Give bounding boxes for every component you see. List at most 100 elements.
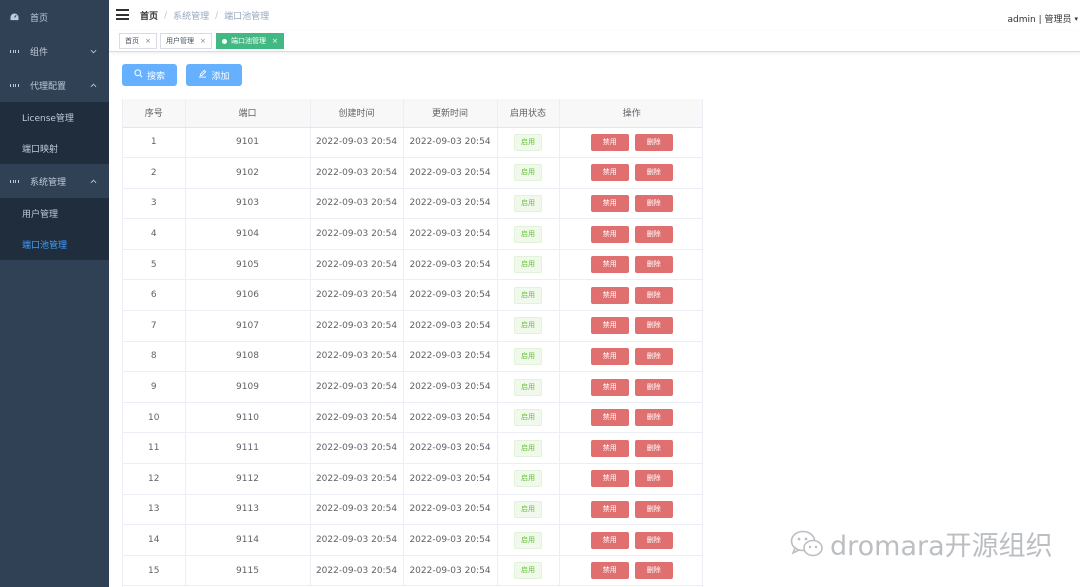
cell-index: 1 [123,127,186,159]
user-dropdown[interactable]: admin | 管理员 ▾ [1007,12,1078,26]
add-button[interactable]: 添加 [186,64,242,86]
navbar: 首页 / 系统管理 / 端口池管理 admin | 管理员 ▾ [109,0,1080,31]
cell-updated: 2022-09-03 20:54 [403,432,498,465]
disable-button[interactable]: 禁用 [590,225,629,243]
status-badge[interactable]: 启用 [514,378,542,396]
status-badge[interactable]: 启用 [514,409,542,427]
disable-button[interactable]: 禁用 [590,378,629,396]
cell-updated: 2022-09-03 20:54 [403,218,498,250]
tag-port-pool[interactable]: 端口池管理 × [216,33,284,49]
status-badge[interactable]: 启用 [514,225,542,243]
cell-updated: 2022-09-03 20:54 [403,279,498,312]
tag-users[interactable]: 用户管理 × [160,33,212,49]
delete-button[interactable]: 删除 [634,194,673,212]
sidebar-item-proxy-config[interactable]: 代理配置 [0,68,109,102]
sidebar-item-components[interactable]: 组件 [0,34,109,68]
cell-actions: 禁用 删除 [559,494,702,526]
chevron-down-icon [90,47,97,57]
cell-updated: 2022-09-03 20:54 [403,494,498,526]
delete-button[interactable]: 删除 [634,500,673,518]
disable-button[interactable]: 禁用 [590,317,629,335]
disable-button[interactable]: 禁用 [590,439,629,457]
status-badge[interactable]: 启用 [514,133,542,151]
grid-icon [10,81,19,90]
status-badge[interactable]: 启用 [514,317,542,335]
cell-port: 9102 [185,157,311,189]
delete-button[interactable]: 删除 [634,164,673,182]
disable-button[interactable]: 禁用 [590,409,629,427]
disable-button[interactable]: 禁用 [590,531,629,549]
cell-status: 启用 [497,524,560,556]
status-badge[interactable]: 启用 [514,164,542,182]
disable-button[interactable]: 禁用 [590,562,629,580]
search-icon [134,69,143,81]
table-row: 15 9115 2022-09-03 20:54 2022-09-03 20:54 启用… [123,555,702,587]
disable-button[interactable]: 禁用 [590,470,629,488]
watermark-text: dromara开源组织 [830,531,1053,562]
sidebar-item-users[interactable]: 用户管理 [0,198,109,229]
delete-button[interactable]: 删除 [634,317,673,335]
cell-port: 9108 [185,341,311,373]
delete-button[interactable]: 删除 [634,286,673,304]
delete-button[interactable]: 删除 [634,409,673,427]
sidebar-item-port-mapping[interactable]: 端口映射 [0,133,109,164]
disable-button[interactable]: 禁用 [590,133,629,151]
status-badge[interactable]: 启用 [514,531,542,549]
disable-button[interactable]: 禁用 [590,194,629,212]
status-badge[interactable]: 启用 [514,562,542,580]
cell-created: 2022-09-03 20:54 [310,524,404,556]
delete-button[interactable]: 删除 [634,470,673,488]
cell-updated: 2022-09-03 20:54 [403,555,498,587]
breadcrumb-system: 系统管理 [173,12,210,22]
status-badge[interactable]: 启用 [514,194,542,212]
status-badge[interactable]: 启用 [514,439,542,457]
close-icon[interactable]: × [200,37,206,45]
hamburger-menu-icon[interactable] [116,9,129,20]
sidebar-item-license[interactable]: License管理 [0,102,109,133]
table-row: 5 9105 2022-09-03 20:54 2022-09-03 20:54 启用禁… [123,249,702,281]
disable-button[interactable]: 禁用 [590,164,629,182]
cell-status: 启用 [497,371,560,403]
cell-status: 启用 [497,188,560,220]
disable-button[interactable]: 禁用 [590,256,629,274]
tag-home[interactable]: 首页 × [119,33,157,49]
column-header-status: 启用状态 [497,99,560,128]
table-row: 10 9110 2022-09-03 20:54 2022-09-03 20:54 启用… [123,402,702,434]
cell-updated: 2022-09-03 20:54 [403,310,498,342]
status-badge[interactable]: 启用 [514,470,542,488]
delete-button[interactable]: 删除 [634,378,673,396]
cell-updated: 2022-09-03 20:54 [403,249,498,281]
disable-button[interactable]: 禁用 [590,286,629,304]
sub-menu-proxy-config: License管理 端口映射 [0,102,109,164]
cell-status: 启用 [497,494,560,526]
delete-button[interactable]: 删除 [634,439,673,457]
search-button[interactable]: 搜索 [122,64,177,86]
sidebar-item-port-pool[interactable]: 端口池管理 [0,229,109,260]
cell-status: 启用 [497,402,560,434]
delete-button[interactable]: 删除 [634,347,673,365]
delete-button[interactable]: 删除 [634,133,673,151]
delete-button[interactable]: 删除 [634,531,673,549]
user-name: admin | 管理员 [1007,15,1072,25]
delete-button[interactable]: 删除 [634,225,673,243]
disable-button[interactable]: 禁用 [590,347,629,365]
close-icon[interactable]: × [145,37,151,45]
table-row: 11 9111 2022-09-03 20:54 2022-09-03 20:54 启用… [123,432,702,465]
column-header-index: 序号 [123,99,186,128]
status-badge[interactable]: 启用 [514,286,542,304]
table-row: 13 9113 2022-09-03 20:54 2022-09-03 20:54 启用… [123,494,702,526]
cell-status: 启用 [497,555,560,587]
status-badge[interactable]: 启用 [514,256,542,274]
close-icon[interactable]: × [272,37,278,45]
status-badge[interactable]: 启用 [514,347,542,365]
disable-button[interactable]: 禁用 [590,500,629,518]
delete-button[interactable]: 删除 [634,562,673,580]
edit-icon [198,69,207,81]
status-badge[interactable]: 启用 [514,500,542,518]
sidebar-item-home[interactable]: 首页 [0,0,109,34]
cell-actions: 禁用 删除 [559,218,702,250]
cell-index: 6 [123,279,186,312]
sidebar-item-system[interactable]: 系统管理 [0,164,109,198]
delete-button[interactable]: 删除 [634,256,673,274]
tag-label: 首页 [125,37,139,45]
